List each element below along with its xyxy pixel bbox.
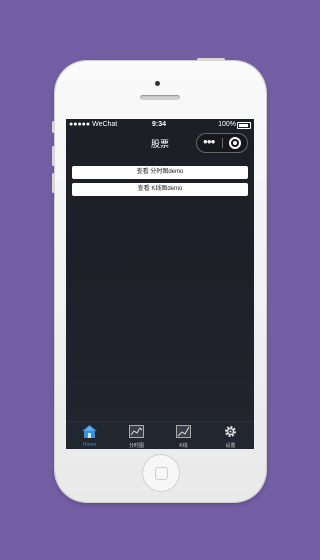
battery-percent: 100% [218, 121, 236, 128]
tab-bar: Home 分时图 K线 设置 [66, 421, 254, 449]
more-dots-icon[interactable]: ●●● [203, 138, 215, 146]
volume-down-button [52, 173, 55, 193]
tab-timeshare-label: 分时图 [128, 443, 144, 449]
front-camera [155, 81, 160, 86]
tab-home-label: Home [82, 442, 97, 448]
mini-program-capsule[interactable]: ●●● [196, 133, 248, 153]
speaker-grille [140, 95, 180, 100]
capsule-divider [222, 138, 223, 148]
home-button[interactable] [142, 454, 180, 492]
carrier-label: ●●●●● WeChat [69, 121, 118, 128]
tab-kline[interactable]: K线 [160, 422, 207, 449]
timeshare-chart-icon [129, 425, 144, 438]
tab-settings-label: 设置 [225, 443, 236, 449]
home-icon [82, 425, 97, 438]
tab-kline-label: K线 [179, 443, 188, 449]
view-kline-demo-button[interactable]: 查看 K线图demo [72, 183, 248, 196]
view-timeshare-demo-button[interactable]: 查看 分时图demo [72, 166, 248, 179]
kline-chart-icon [176, 425, 191, 438]
power-button [197, 58, 225, 61]
status-bar: ●●●●● WeChat 9:34 100% [66, 119, 254, 131]
close-target-icon[interactable] [229, 137, 241, 149]
battery-icon [237, 122, 251, 129]
tab-timeshare[interactable]: 分时图 [113, 422, 160, 449]
tab-settings[interactable]: 设置 [207, 422, 254, 449]
status-time: 9:34 [152, 121, 167, 128]
home-button-square-icon [155, 467, 168, 480]
volume-up-button [52, 146, 55, 166]
mute-switch [52, 121, 55, 133]
tab-home[interactable]: Home [66, 422, 113, 449]
gear-icon [225, 426, 236, 437]
app-screen: ●●●●● WeChat 9:34 100% 股票 ●●● 查看 分时图demo… [66, 119, 254, 449]
